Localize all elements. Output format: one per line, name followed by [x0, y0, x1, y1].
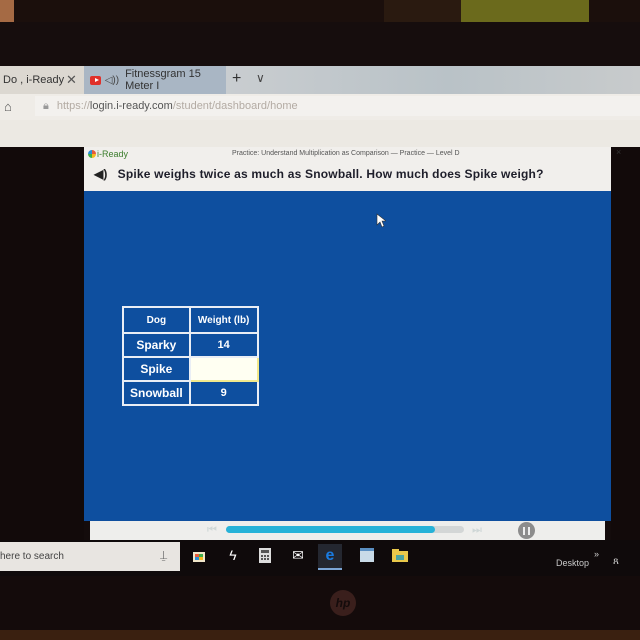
file-explorer-icon[interactable] — [391, 546, 409, 564]
column-header-weight: Weight (lb) — [188, 306, 259, 334]
dog-name: Sparky — [122, 332, 191, 358]
toolbar-overflow-icon[interactable]: » — [594, 549, 599, 559]
lesson-header: i-Ready Practice: Understand Multiplicat… — [84, 147, 621, 191]
tab-fitnessgram[interactable]: ◁)) Fitnessgram 15 Meter I — [84, 66, 226, 94]
windows-taskbar: here to search ⍊ ϟ ✉ e Desktop » ጸ — [0, 540, 640, 576]
speaker-icon[interactable]: ◀︎) — [94, 167, 108, 181]
dog-name: Spike — [122, 356, 191, 382]
address-bar-row: ⌂ 🔒︎ https://login.i-ready.com/student/d… — [0, 94, 640, 121]
url-prefix: https:// — [56, 100, 90, 112]
close-tab-icon[interactable]: ✕ — [66, 72, 77, 88]
dog-weight: 14 — [188, 332, 259, 358]
search-placeholder: here to search — [0, 551, 64, 562]
dog-name: Snowball — [122, 380, 191, 406]
url-path: /student/dashboard/home — [172, 100, 298, 112]
pause-icon — [523, 526, 525, 535]
question-prompt: ◀︎) Spike weighs twice as much as Snowba… — [94, 167, 544, 181]
notepad-icon[interactable] — [358, 546, 376, 564]
app-icon[interactable]: ϟ — [224, 546, 242, 564]
page-left-dark — [0, 147, 84, 540]
table-row: Spike — [122, 356, 259, 382]
tab-label: Do , i-Ready — [3, 74, 65, 86]
tab-label: Fitnessgram 15 Meter I — [125, 68, 201, 92]
photo-background — [0, 0, 640, 22]
browser-tab-bar: Do , i-Ready ✕ ◁)) Fitnessgram 15 Meter … — [0, 66, 640, 94]
laptop-bezel — [0, 22, 640, 66]
lesson-stage: Dog Weight (lb) Sparky 14 Spike Snowball… — [84, 191, 611, 521]
desk-surface — [0, 630, 640, 640]
home-icon[interactable]: ⌂ — [4, 99, 12, 114]
progress-fill — [226, 526, 436, 533]
microphone-icon[interactable]: ⍊ — [160, 548, 167, 563]
dog-weight-table: Dog Weight (lb) Sparky 14 Spike Snowball… — [122, 306, 259, 406]
column-header-dog: Dog — [122, 306, 191, 334]
mail-icon[interactable]: ✉ — [289, 546, 307, 564]
table-row: Sparky 14 — [122, 332, 259, 358]
people-icon[interactable]: ጸ — [613, 556, 619, 567]
edge-icon[interactable]: e — [318, 544, 342, 570]
pause-icon-bar — [528, 526, 530, 535]
url-input[interactable]: 🔒︎ https://login.i-ready.com/student/das… — [35, 96, 640, 116]
logo-text: i-Ready — [97, 149, 129, 159]
new-tab-button[interactable]: + — [232, 70, 241, 88]
table-row: Snowball 9 — [122, 380, 259, 406]
skip-forward-icon[interactable]: ⏭ — [472, 524, 482, 537]
tab-iready[interactable]: Do , i-Ready ✕ — [0, 66, 84, 94]
calculator-icon[interactable] — [256, 546, 274, 564]
lesson-breadcrumb: Practice: Understand Multiplication as C… — [232, 150, 460, 157]
taskbar-search-input[interactable]: here to search ⍊ — [0, 542, 180, 571]
store-icon[interactable] — [190, 546, 208, 564]
iready-logo: i-Ready — [88, 149, 128, 159]
mouse-cursor-icon — [376, 213, 386, 228]
question-text: Spike weighs twice as much as Snowball. … — [117, 167, 544, 181]
pause-button[interactable] — [518, 522, 535, 539]
youtube-icon — [90, 75, 101, 85]
iready-logo-icon — [88, 150, 96, 158]
hp-logo: hp — [330, 590, 356, 616]
page-background — [0, 120, 640, 147]
iready-lesson: i-Ready Practice: Understand Multiplicat… — [84, 147, 621, 540]
lock-icon: 🔒︎ — [43, 99, 49, 112]
progress-track[interactable] — [226, 526, 464, 533]
url-domain: login.i-ready.com — [89, 100, 173, 112]
page-right-dark — [611, 147, 640, 540]
lesson-player-bar: ⏮ ⏭ — [90, 521, 605, 540]
tab-list-chevron-icon[interactable]: ∨ — [256, 71, 265, 85]
answer-input[interactable] — [188, 356, 259, 382]
desktop-toolbar-label[interactable]: Desktop — [556, 558, 589, 568]
audio-playing-icon[interactable]: ◁)) — [105, 75, 119, 86]
close-lesson-button[interactable]: × — [616, 147, 621, 157]
skip-back-icon[interactable]: ⏮ — [207, 524, 217, 537]
table-header-row: Dog Weight (lb) — [122, 306, 259, 334]
dog-weight: 9 — [188, 380, 259, 406]
